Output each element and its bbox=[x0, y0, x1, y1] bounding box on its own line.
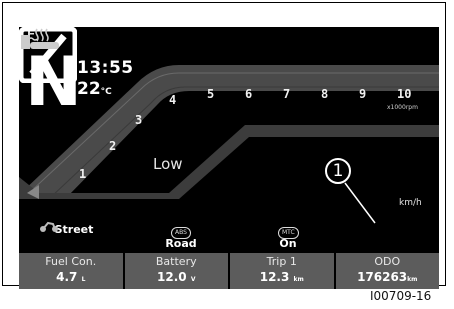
rpm-tick: 10 bbox=[397, 87, 412, 101]
stat-value: 12.0 V bbox=[157, 270, 196, 284]
rpm-unit-label: x1000rpm bbox=[387, 104, 418, 111]
rpm-tick: 3 bbox=[135, 113, 143, 127]
rpm-tick: 1 bbox=[79, 167, 87, 181]
rpm-tick: 5 bbox=[207, 87, 215, 101]
heated-grip-icon bbox=[21, 28, 59, 49]
odometer-panel: ODO 176263km bbox=[335, 253, 439, 289]
stat-label: Trip 1 bbox=[266, 255, 297, 268]
stat-label: ODO bbox=[374, 255, 401, 268]
fuel-consumption-panel: Fuel Con. 4.7 L bbox=[19, 253, 123, 289]
battery-panel: Battery 12.0 V bbox=[124, 253, 228, 289]
stat-label: Fuel Con. bbox=[45, 255, 97, 268]
stat-label: Battery bbox=[155, 255, 197, 268]
trip-info-bar: Fuel Con. 4.7 L Battery 12.0 V Trip 1 12… bbox=[19, 253, 439, 289]
mtc-mode-label: On bbox=[279, 237, 297, 250]
rpm-tick: 9 bbox=[359, 87, 367, 101]
ambient-temperature: 22°C bbox=[77, 79, 112, 99]
rpm-tick: 8 bbox=[321, 87, 329, 101]
instrument-cluster: N 13:55 22°C 1 2 3 4 5 6 7 8 9 10 x1000r… bbox=[19, 27, 439, 289]
motorcycle-icon bbox=[40, 221, 58, 232]
stat-value: 176263km bbox=[357, 270, 418, 284]
figure-frame: N 13:55 22°C 1 2 3 4 5 6 7 8 9 10 x1000r… bbox=[2, 2, 446, 289]
callout-marker: 1 bbox=[325, 158, 351, 184]
figure-id: I00709-16 bbox=[370, 289, 432, 303]
coolant-level-label: Low bbox=[153, 155, 183, 173]
rpm-tick: 6 bbox=[245, 87, 253, 101]
clock: 13:55 bbox=[77, 58, 134, 78]
abs-mode-label: Road bbox=[165, 237, 197, 250]
stat-value: 4.7 L bbox=[56, 270, 86, 284]
rpm-tick: 2 bbox=[109, 139, 117, 153]
trip-panel: Trip 1 12.3 km bbox=[230, 253, 334, 289]
abs-mode: ABS Road bbox=[146, 219, 216, 250]
riding-mode: Street bbox=[39, 219, 109, 236]
mtc-mode: MTC On bbox=[253, 219, 323, 250]
stat-value: 12.3 km bbox=[259, 270, 304, 284]
speed-unit-label: km/h bbox=[399, 198, 422, 208]
rpm-tick: 4 bbox=[169, 93, 177, 107]
rpm-tick: 7 bbox=[283, 87, 291, 101]
